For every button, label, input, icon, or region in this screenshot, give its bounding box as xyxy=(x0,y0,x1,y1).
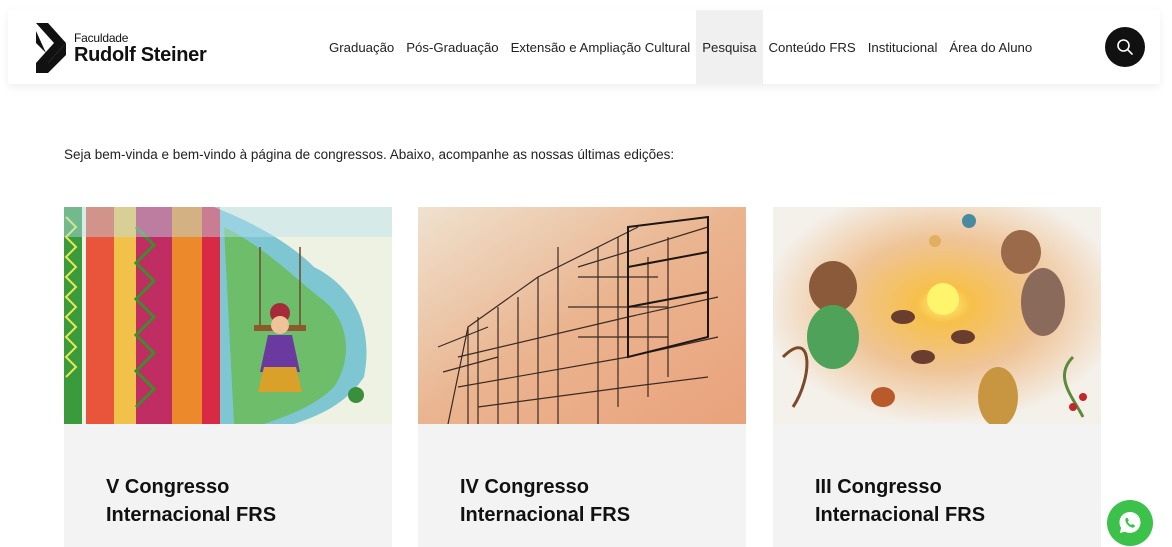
card-title-line1: V Congresso xyxy=(106,476,230,498)
site-logo[interactable]: Faculdade Rudolf Steiner xyxy=(34,20,207,76)
card-title-line1: III Congresso xyxy=(815,476,942,498)
card-title[interactable]: III Congresso Internacional FRS xyxy=(815,473,985,529)
frs-logo-icon xyxy=(36,23,66,73)
nav-item-graduacao[interactable]: Graduação xyxy=(323,10,400,84)
search-icon xyxy=(1117,39,1133,55)
card-title-line2: Internacional FRS xyxy=(106,504,277,526)
painting-people-animals-sun xyxy=(773,207,1101,424)
card-title[interactable]: V Congresso Internacional FRS xyxy=(106,473,276,529)
logo-small-text: Faculdade xyxy=(74,30,129,45)
congress-card[interactable]: IV Congresso Internacional FRS xyxy=(418,207,746,547)
card-title-line2: Internacional FRS xyxy=(460,504,631,526)
congress-card[interactable]: III Congresso Internacional FRS xyxy=(773,207,1101,547)
card-title-line2: Internacional FRS xyxy=(815,504,986,526)
whatsapp-icon xyxy=(1119,512,1141,533)
nav-item-extensao[interactable]: Extensão e Ampliação Cultural xyxy=(505,10,697,84)
site-header: Faculdade Rudolf Steiner Graduação Pós-G… xyxy=(8,10,1160,84)
search-button[interactable] xyxy=(1105,27,1145,67)
congress-card[interactable]: V Congresso Internacional FRS xyxy=(64,207,392,547)
main-nav: Graduação Pós-Graduação Extensão e Ampli… xyxy=(323,10,1038,84)
painting-girl-on-swing xyxy=(64,207,392,424)
whatsapp-button[interactable] xyxy=(1107,500,1153,546)
card-title[interactable]: IV Congresso Internacional FRS xyxy=(460,473,630,529)
nav-item-conteudo-frs[interactable]: Conteúdo FRS xyxy=(763,10,862,84)
intro-text: Seja bem-vinda e bem-vindo à página de c… xyxy=(64,147,675,162)
nav-item-pesquisa[interactable]: Pesquisa xyxy=(696,10,763,84)
nav-item-area-do-aluno[interactable]: Área do Aluno xyxy=(943,10,1038,84)
nav-item-institucional[interactable]: Institucional xyxy=(862,10,944,84)
sketch-building-scaffold xyxy=(418,207,746,424)
card-title-line1: IV Congresso xyxy=(460,476,589,498)
logo-big-text: Rudolf Steiner xyxy=(74,43,207,66)
nav-item-pos-graduacao[interactable]: Pós-Graduação xyxy=(400,10,504,84)
logo-text: Faculdade Rudolf Steiner xyxy=(74,30,207,66)
